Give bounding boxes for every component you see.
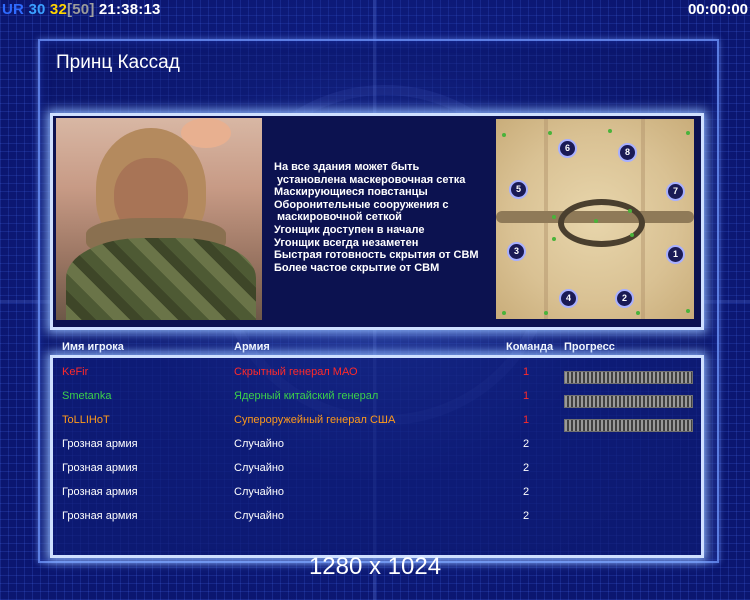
map-resource-dot [548, 131, 552, 135]
player-name: Грозная армия [62, 510, 138, 522]
header-team: Команда [506, 341, 554, 353]
minimap: 1 2 3 4 5 6 7 8 [496, 119, 694, 319]
map-start-position[interactable]: 8 [618, 143, 637, 162]
player-team: 1 [523, 366, 530, 378]
map-resource-dot [686, 131, 690, 135]
map-start-position[interactable]: 3 [507, 242, 526, 261]
general-portrait [56, 118, 262, 320]
map-start-position[interactable]: 7 [666, 182, 685, 201]
description-line: Маскирующиеся повстанцы [274, 186, 428, 199]
map-resource-dot [552, 215, 556, 219]
player-team: 1 [523, 414, 530, 426]
player-progress-bar [564, 419, 693, 432]
player-army: Случайно [234, 486, 285, 498]
hud-status: UR 30 32[50] 21:38:13 [2, 1, 161, 18]
player-name: KeFir [62, 366, 89, 378]
map-center-structure [558, 199, 645, 247]
player-team: 2 [523, 510, 530, 522]
player-row: Грозная армия Случайно 2 [0, 510, 750, 530]
resolution-label: 1280 x 1024 [308, 553, 442, 580]
hud-money-left: 30 [28, 1, 46, 18]
hud-money-right: 32 [49, 1, 68, 18]
map-resource-dot [608, 129, 612, 133]
description-line: установлена маскеровочная сетка [274, 173, 466, 186]
description-line: Угонщик всегда незаметен [274, 236, 419, 249]
map-resource-dot [502, 133, 506, 137]
player-name: Грозная армия [62, 486, 138, 498]
hud-limit: 50 [72, 1, 90, 18]
header-progress: Прогресс [564, 341, 615, 353]
player-army: Супероружейный генерал США [234, 414, 396, 426]
player-row: Грозная армия Случайно 2 [0, 486, 750, 506]
map-resource-dot [544, 311, 548, 315]
hud-clock: 21:38:13 [98, 1, 161, 18]
player-row: Грозная армия Случайно 2 [0, 462, 750, 482]
description-line: маскировочной сеткой [274, 211, 402, 224]
map-start-position[interactable]: 4 [559, 289, 578, 308]
map-resource-dot [636, 311, 640, 315]
map-resource-dot [594, 219, 598, 223]
player-army: Случайно [234, 462, 285, 474]
player-progress-bar [564, 395, 693, 408]
map-resource-dot [628, 209, 632, 213]
player-army: Случайно [234, 438, 285, 450]
player-name: Грозная армия [62, 462, 138, 474]
player-army: Скрытный генерал МАО [234, 366, 358, 378]
general-title: Принц Кассад [56, 52, 180, 73]
player-team: 1 [523, 390, 530, 402]
map-resource-dot [630, 233, 634, 237]
player-row: Грозная армия Случайно 2 [0, 438, 750, 458]
description-line: Быстрая готовность скрытия от СВМ [274, 249, 479, 262]
general-description: На все здания может быть установлена мас… [274, 161, 479, 274]
map-start-position[interactable]: 1 [666, 245, 685, 264]
player-name: Smetanka [62, 390, 112, 402]
hud-ur: UR [2, 1, 25, 18]
map-resource-dot [552, 237, 556, 241]
player-army: Ядерный китайский генерал [234, 390, 379, 402]
map-resource-dot [686, 309, 690, 313]
player-row: Smetanka Ядерный китайский генерал 1 [0, 390, 750, 410]
portrait-body [66, 238, 256, 320]
player-name: ToLLIHoT [62, 414, 110, 426]
description-line: На все здания может быть [274, 161, 420, 173]
player-team: 2 [523, 462, 530, 474]
player-progress-bar [564, 371, 693, 384]
player-army: Случайно [234, 510, 285, 522]
player-row: ToLLIHoT Супероружейный генерал США 1 [0, 414, 750, 434]
player-name: Грозная армия [62, 438, 138, 450]
description-line: Более частое скрытие от СВМ [274, 261, 440, 274]
header-army: Армия [234, 341, 270, 353]
description-line: Угонщик доступен в начале [274, 223, 425, 236]
description-line: Оборонительные сооружения с [274, 198, 449, 211]
player-row: KeFir Скрытный генерал МАО 1 [0, 366, 750, 386]
header-player: Имя игрока [62, 341, 124, 353]
map-start-position[interactable]: 2 [615, 289, 634, 308]
hud-timer: 00:00:00 [687, 1, 748, 18]
player-team: 2 [523, 438, 530, 450]
map-start-position[interactable]: 5 [509, 180, 528, 199]
hud-bracket-close: ] [89, 1, 95, 18]
player-team: 2 [523, 486, 530, 498]
map-start-position[interactable]: 6 [558, 139, 577, 158]
map-resource-dot [502, 311, 506, 315]
